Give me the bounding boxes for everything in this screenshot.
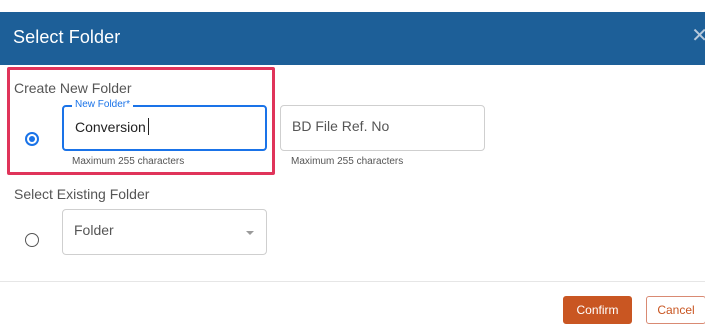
- bd-file-ref-helper-text: Maximum 255 characters: [291, 156, 404, 167]
- bd-file-ref-input[interactable]: BD File Ref. No: [280, 105, 485, 151]
- select-existing-folder-radio[interactable]: [25, 233, 39, 247]
- text-caret: [148, 118, 149, 135]
- new-folder-helper-text: Maximum 255 characters: [72, 156, 185, 167]
- dialog-title: Select Folder: [13, 27, 121, 47]
- folder-dropdown[interactable]: Folder: [62, 209, 267, 255]
- close-icon[interactable]: ✕: [691, 26, 705, 46]
- new-folder-input[interactable]: New Folder* Conversion: [62, 99, 267, 151]
- select-existing-folder-label: Select Existing Folder: [14, 186, 150, 202]
- new-folder-input-value: Conversion: [75, 119, 146, 135]
- cancel-button[interactable]: Cancel: [646, 296, 705, 324]
- confirm-button[interactable]: Confirm: [563, 296, 632, 324]
- chevron-down-icon: [246, 231, 254, 235]
- dialog-header: Select Folder ✕: [0, 12, 705, 65]
- folder-dropdown-placeholder: Folder: [74, 222, 114, 238]
- create-new-folder-radio[interactable]: [25, 132, 39, 146]
- footer-divider: [0, 281, 705, 282]
- bd-file-ref-placeholder: BD File Ref. No: [292, 118, 390, 134]
- new-folder-field-label: New Folder*: [72, 99, 134, 111]
